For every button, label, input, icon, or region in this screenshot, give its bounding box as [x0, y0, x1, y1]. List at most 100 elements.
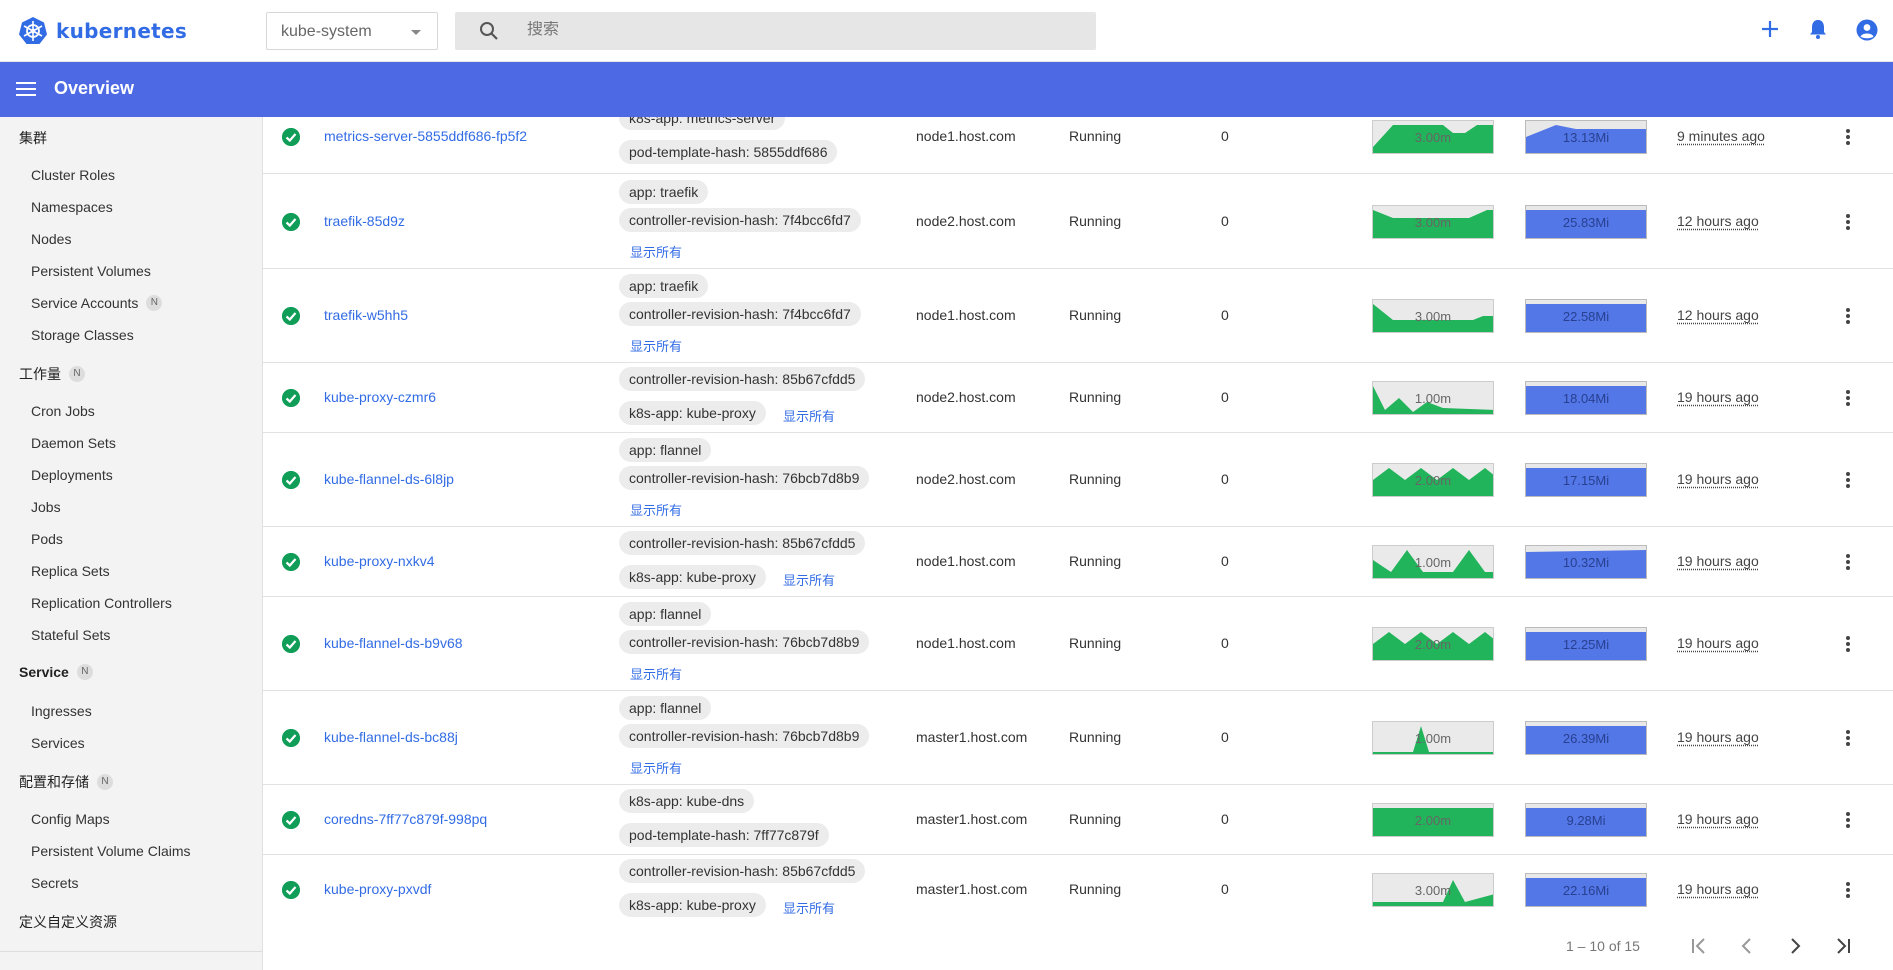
- sidebar-item-namespaces[interactable]: Namespaces: [31, 199, 113, 215]
- sidebar-item-persistent-volume-claims[interactable]: Persistent Volume Claims: [31, 843, 191, 859]
- show-all-link[interactable]: 显示所有: [630, 664, 682, 683]
- label-chip: controller-revision-hash: 85b67cfdd5: [619, 531, 866, 555]
- cpu-sparkline: 3.00m: [1372, 120, 1494, 154]
- more-vert-icon[interactable]: [1838, 728, 1858, 748]
- namespace-select[interactable]: kube-system: [266, 12, 438, 50]
- sidebar-divider: [0, 951, 262, 952]
- sidebar-section-label: 配置和存储: [19, 774, 89, 790]
- table-row[interactable]: coredns-7ff77c879f-998pq k8s-app: kube-dn…: [263, 785, 1893, 855]
- sidebar-section-config-storage[interactable]: 配置和存储 N: [19, 772, 113, 792]
- pod-name-link[interactable]: coredns-7ff77c879f-998pq: [324, 811, 487, 827]
- sidebar-item-nodes[interactable]: Nodes: [31, 231, 71, 247]
- sidebar-item-label: Replication Controllers: [31, 595, 172, 611]
- sidebar-section-cluster[interactable]: 集群: [19, 128, 47, 148]
- next-page-icon[interactable]: [1783, 934, 1807, 958]
- sidebar-item-jobs[interactable]: Jobs: [31, 499, 61, 515]
- menu-icon[interactable]: [16, 81, 36, 97]
- label-chip: app: flannel: [619, 696, 712, 720]
- prev-page-icon[interactable]: [1735, 934, 1759, 958]
- node-name: master1.host.com: [916, 811, 1028, 827]
- more-vert-icon[interactable]: [1838, 552, 1858, 572]
- show-all-link[interactable]: 显示所有: [783, 898, 835, 917]
- show-all-link[interactable]: 显示所有: [630, 500, 682, 519]
- pod-name-link[interactable]: kube-flannel-ds-bc88j: [324, 729, 458, 745]
- pod-name-link[interactable]: kube-flannel-ds-b9v68: [324, 635, 463, 651]
- table-row[interactable]: kube-flannel-ds-b9v68 app: flannel control…: [263, 597, 1893, 691]
- more-vert-icon[interactable]: [1838, 306, 1858, 326]
- pod-name-link[interactable]: traefik-85d9z: [324, 213, 405, 229]
- label-chip: controller-revision-hash: 85b67cfdd5: [619, 859, 866, 883]
- cpu-usage-value: 3.00m: [1414, 214, 1452, 230]
- table-row[interactable]: traefik-w5hh5 app: traefik controller-revi…: [263, 269, 1893, 363]
- pod-name-link[interactable]: kube-proxy-nxkv4: [324, 553, 435, 569]
- label-chip: k8s-app: metrics-server: [619, 117, 786, 130]
- sidebar-section-label: 定义自定义资源: [19, 914, 117, 930]
- memory-usage-value: 17.15Mi: [1562, 473, 1610, 488]
- node-name: node1.host.com: [916, 635, 1016, 651]
- last-page-icon[interactable]: [1831, 934, 1855, 958]
- more-vert-icon[interactable]: [1838, 810, 1858, 830]
- table-row[interactable]: kube-proxy-pxvdf controller-revision-hash…: [263, 855, 1893, 925]
- table-row[interactable]: kube-proxy-nxkv4 controller-revision-hash…: [263, 527, 1893, 597]
- sidebar-item-label: Replica Sets: [31, 563, 110, 579]
- sidebar-item-cron-jobs[interactable]: Cron Jobs: [31, 403, 95, 419]
- cpu-sparkline: 2.00m: [1372, 627, 1494, 661]
- chevron-down-icon: [411, 30, 421, 35]
- more-vert-icon[interactable]: [1838, 634, 1858, 654]
- search-input[interactable]: [527, 21, 1047, 39]
- sidebar-section-custom-resources[interactable]: 定义自定义资源: [19, 912, 117, 932]
- more-vert-icon[interactable]: [1838, 127, 1858, 147]
- more-vert-icon[interactable]: [1838, 212, 1858, 232]
- table-row[interactable]: kube-flannel-ds-6l8jp app: flannel control…: [263, 433, 1893, 527]
- bell-icon[interactable]: [1807, 18, 1829, 40]
- sidebar-item-stateful-sets[interactable]: Stateful Sets: [31, 627, 110, 643]
- sidebar-item-cluster-roles[interactable]: Cluster Roles: [31, 167, 115, 183]
- sidebar-section-service[interactable]: Service N: [19, 664, 93, 680]
- show-all-link[interactable]: 显示所有: [783, 570, 835, 589]
- first-page-icon[interactable]: [1687, 934, 1711, 958]
- check-circle-icon: [282, 729, 300, 747]
- show-all-link[interactable]: 显示所有: [630, 336, 682, 355]
- sidebar-item-label: Cluster Roles: [31, 167, 116, 183]
- add-icon[interactable]: [1759, 18, 1781, 40]
- sidebar-item-persistent-volumes[interactable]: Persistent Volumes: [31, 263, 151, 279]
- search-box[interactable]: [455, 12, 1096, 50]
- show-all-link[interactable]: 显示所有: [630, 758, 682, 777]
- pod-status: Running: [1069, 389, 1122, 405]
- sidebar-item-replication-controllers[interactable]: Replication Controllers: [31, 595, 172, 611]
- pod-name-link[interactable]: kube-flannel-ds-6l8jp: [324, 471, 454, 487]
- label-chip: app: flannel: [619, 602, 712, 626]
- sidebar-item-deployments[interactable]: Deployments: [31, 467, 113, 483]
- sidebar-item-services[interactable]: Services: [31, 735, 85, 751]
- table-row[interactable]: traefik-85d9z app: traefik controller-revi…: [263, 174, 1893, 269]
- sidebar-item-daemon-sets[interactable]: Daemon Sets: [31, 435, 116, 451]
- account-icon[interactable]: [1855, 18, 1879, 42]
- check-circle-icon: [282, 389, 300, 407]
- pod-name-link[interactable]: traefik-w5hh5: [324, 307, 408, 323]
- table-row[interactable]: metrics-server-5855ddf686-fp5f2 k8s-app: …: [263, 117, 1893, 174]
- sidebar-item-config-maps[interactable]: Config Maps: [31, 811, 110, 827]
- sidebar-section-workloads[interactable]: 工作量 N: [19, 364, 85, 384]
- check-circle-icon: [282, 212, 300, 231]
- table-row[interactable]: kube-flannel-ds-bc88j app: flannel control…: [263, 691, 1893, 785]
- pod-name-link[interactable]: metrics-server-5855ddf686-fp5f2: [324, 128, 527, 144]
- label-chip: controller-revision-hash: 7f4bcc6fd7: [619, 207, 861, 232]
- sidebar-item-ingresses[interactable]: Ingresses: [31, 703, 92, 719]
- label-chip: k8s-app: kube-proxy: [619, 565, 766, 589]
- sidebar-item-service-accounts[interactable]: Service Accounts N: [31, 295, 163, 311]
- more-vert-icon[interactable]: [1838, 470, 1858, 490]
- cpu-sparkline: 3.00m: [1372, 299, 1494, 333]
- sidebar-item-replica-sets[interactable]: Replica Sets: [31, 563, 110, 579]
- pod-age: 19 hours ago: [1677, 635, 1759, 651]
- kubernetes-logo[interactable]: kubernetes: [18, 16, 187, 46]
- show-all-link[interactable]: 显示所有: [630, 242, 682, 261]
- show-all-link[interactable]: 显示所有: [783, 406, 835, 425]
- table-row[interactable]: kube-proxy-czmr6 controller-revision-hash…: [263, 363, 1893, 433]
- more-vert-icon[interactable]: [1838, 880, 1858, 900]
- sidebar-item-storage-classes[interactable]: Storage Classes: [31, 327, 134, 343]
- sidebar-item-secrets[interactable]: Secrets: [31, 875, 78, 891]
- pod-name-link[interactable]: kube-proxy-pxvdf: [324, 881, 431, 897]
- sidebar-item-pods[interactable]: Pods: [31, 531, 63, 547]
- more-vert-icon[interactable]: [1838, 388, 1858, 408]
- pod-name-link[interactable]: kube-proxy-czmr6: [324, 389, 436, 405]
